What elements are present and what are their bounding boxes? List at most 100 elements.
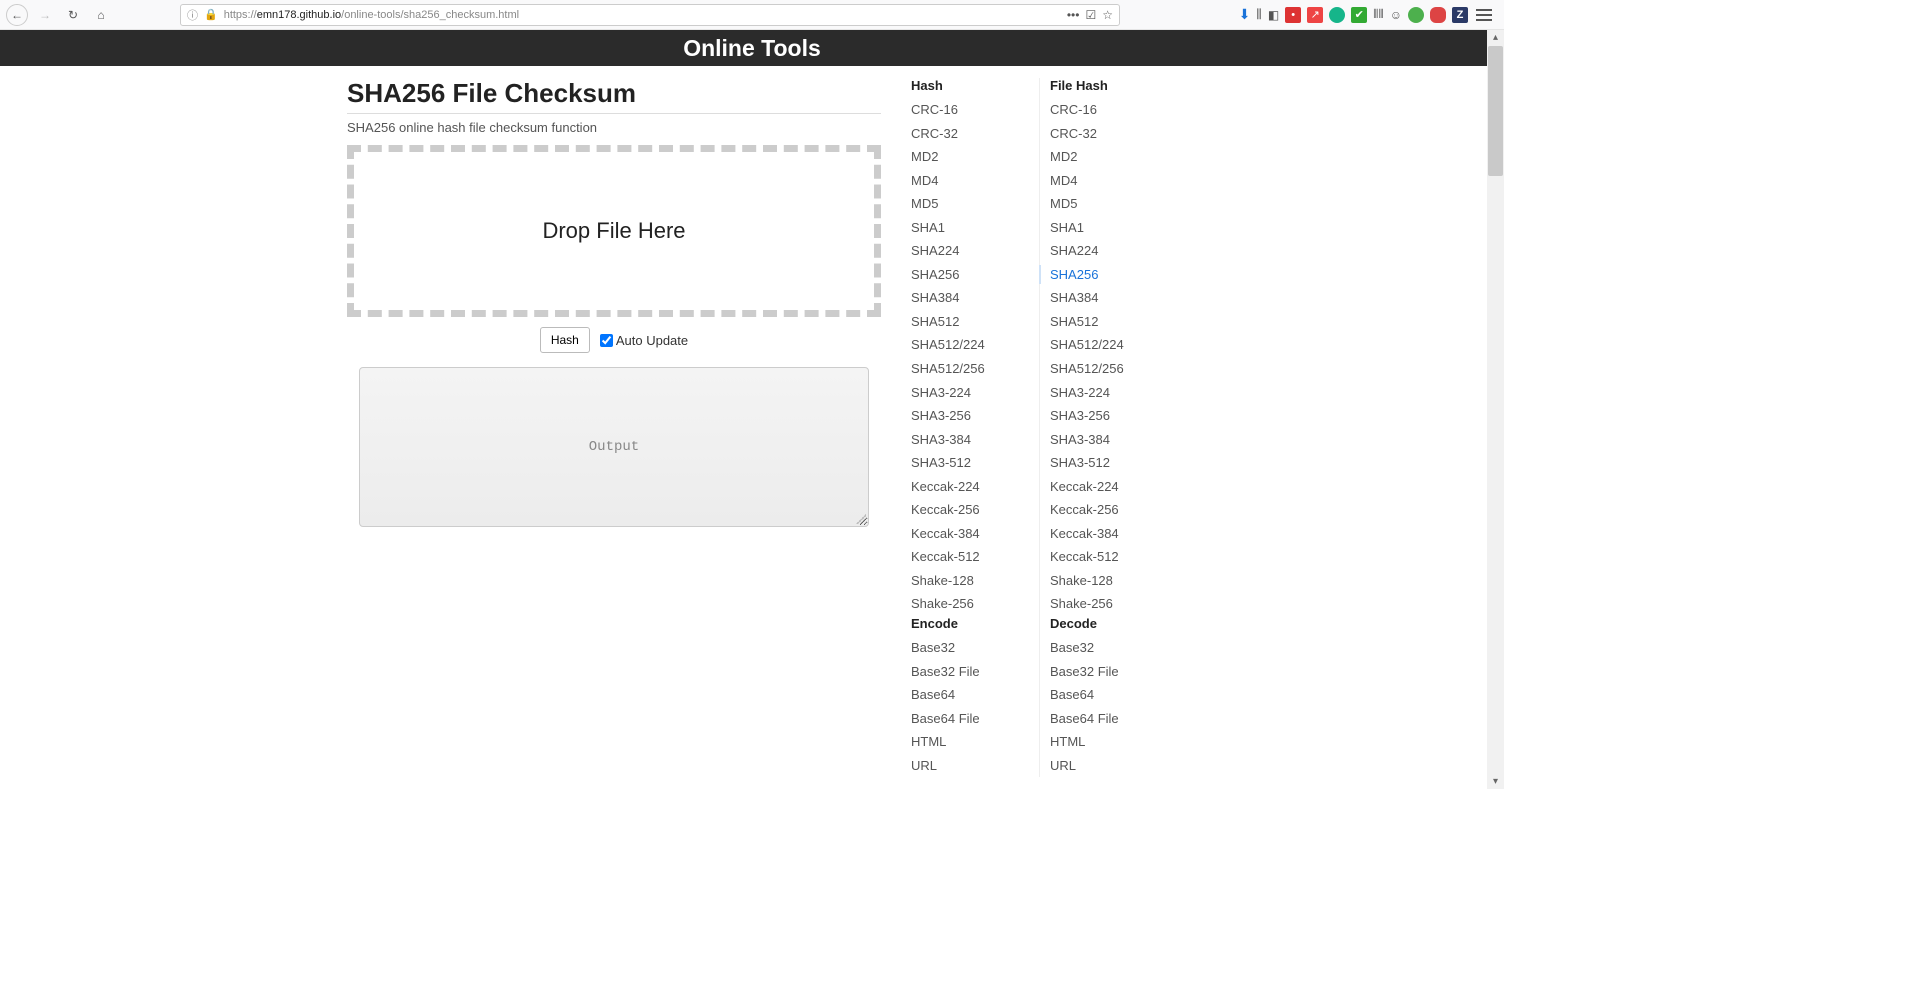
ext-icon-bars[interactable]: ⦀⦀ (1373, 7, 1384, 22)
lock-icon: 🔒 (204, 8, 218, 21)
sidebar-item[interactable]: Base64 (911, 683, 1039, 707)
sidebar-item[interactable]: SHA3-384 (911, 428, 1039, 452)
url-bar[interactable]: ⓘ 🔒 https://emn178.github.io/online-tool… (180, 4, 1120, 26)
sidebar-item[interactable]: Keccak-512 (1050, 545, 1167, 569)
sidebar-item[interactable]: Keccak-384 (1050, 522, 1167, 546)
sidebar-item[interactable]: MD4 (911, 169, 1039, 193)
ext-icon-z[interactable]: Z (1452, 7, 1468, 23)
sidebar-item[interactable]: SHA512/224 (911, 333, 1039, 357)
sidebar-item[interactable]: CRC-16 (911, 98, 1039, 122)
sidebar-item[interactable]: SHA3-384 (1050, 428, 1167, 452)
back-button[interactable]: ← (6, 4, 28, 26)
hamburger-menu[interactable] (1474, 5, 1494, 25)
sidebar-item[interactable]: Keccak-256 (911, 498, 1039, 522)
sidebar-item[interactable]: SHA1 (1050, 216, 1167, 240)
sidebar-item[interactable]: SHA384 (911, 286, 1039, 310)
sidebar-item[interactable]: SHA3-224 (1050, 381, 1167, 405)
sidebar-item[interactable]: CRC-32 (911, 122, 1039, 146)
sidebar-item[interactable]: SHA512/224 (1050, 333, 1167, 357)
sidebar-item[interactable]: SHA512/256 (1050, 357, 1167, 381)
sidebar-icon[interactable]: ◧ (1268, 8, 1279, 22)
ext-icon-shield[interactable] (1408, 7, 1424, 23)
sidebar-item[interactable]: SHA3-256 (1050, 404, 1167, 428)
scroll-up-icon[interactable]: ▴ (1493, 30, 1498, 45)
sidebar-heading: File Hash (1050, 78, 1167, 93)
sidebar-heading: Encode (911, 616, 1039, 631)
sidebar-item[interactable]: URL (911, 754, 1039, 778)
home-button[interactable]: ⌂ (90, 4, 112, 26)
main-column: SHA256 File Checksum SHA256 online hash … (347, 78, 881, 777)
sidebar-item[interactable]: Base32 File (1050, 660, 1167, 684)
browser-toolbar: ← → ↻ ⌂ ⓘ 🔒 https://emn178.github.io/onl… (0, 0, 1504, 30)
sidebar-item[interactable]: Keccak-224 (1050, 475, 1167, 499)
sidebar-item[interactable]: MD2 (1050, 145, 1167, 169)
sidebar-col-2: File Hash CRC-16CRC-32MD2MD4MD5SHA1SHA224… (1039, 78, 1167, 777)
reload-icon: ↻ (68, 8, 78, 22)
star-icon[interactable]: ☆ (1102, 8, 1113, 22)
sidebar-item[interactable]: Base64 File (911, 707, 1039, 731)
sidebar-item[interactable]: MD4 (1050, 169, 1167, 193)
sidebar-item[interactable]: Keccak-512 (911, 545, 1039, 569)
sidebar: HashCRC-16CRC-32MD2MD4MD5SHA1SHA224SHA25… (911, 78, 1167, 777)
page-title: SHA256 File Checksum (347, 78, 881, 109)
sidebar-item[interactable]: Base32 (1050, 636, 1167, 660)
sidebar-item[interactable]: Base32 File (911, 660, 1039, 684)
sidebar-item[interactable]: Base64 File (1050, 707, 1167, 731)
sidebar-item[interactable]: URL (1050, 754, 1167, 778)
reader-icon[interactable]: ☑ (1085, 8, 1096, 22)
page-scrollbar[interactable]: ▴ ▾ (1487, 30, 1504, 789)
sidebar-item[interactable]: SHA256 (1050, 263, 1167, 287)
sidebar-item[interactable]: Keccak-224 (911, 475, 1039, 499)
sidebar-item[interactable]: HTML (911, 730, 1039, 754)
toolbar-extensions: ⬇ ⫼ ◧ • ↗ ✔ ⦀⦀ ☺ Z (1239, 5, 1498, 25)
sidebar-item[interactable]: Shake-128 (1050, 569, 1167, 593)
sidebar-item[interactable]: CRC-32 (1050, 122, 1167, 146)
auto-update-toggle[interactable]: Auto Update (600, 333, 688, 348)
sidebar-item[interactable]: SHA3-512 (1050, 451, 1167, 475)
sidebar-item[interactable]: MD5 (1050, 192, 1167, 216)
sidebar-item[interactable]: CRC-16 (1050, 98, 1167, 122)
auto-update-checkbox[interactable] (600, 334, 613, 347)
scroll-down-icon[interactable]: ▾ (1493, 774, 1498, 789)
sidebar-item[interactable]: Shake-256 (1050, 592, 1167, 616)
account-icon[interactable]: ☺ (1390, 8, 1402, 22)
sidebar-item[interactable]: SHA384 (1050, 286, 1167, 310)
sidebar-item[interactable]: SHA256 (911, 263, 1039, 287)
sidebar-item[interactable]: Base64 (1050, 683, 1167, 707)
output-textarea[interactable]: Output (359, 367, 869, 527)
meatball-icon[interactable]: ••• (1067, 8, 1080, 22)
download-icon[interactable]: ⬇ (1239, 6, 1251, 23)
sidebar-item[interactable]: SHA3-512 (911, 451, 1039, 475)
sidebar-item[interactable]: Shake-256 (911, 592, 1039, 616)
sidebar-item[interactable]: SHA3-256 (911, 404, 1039, 428)
sidebar-item[interactable]: Keccak-256 (1050, 498, 1167, 522)
sidebar-item[interactable]: Shake-128 (911, 569, 1039, 593)
scroll-thumb[interactable] (1488, 46, 1503, 176)
sidebar-item[interactable]: HTML (1050, 730, 1167, 754)
sidebar-item[interactable]: SHA3-224 (911, 381, 1039, 405)
sidebar-item[interactable]: SHA224 (911, 239, 1039, 263)
ext-icon-red2[interactable]: ↗ (1307, 7, 1323, 23)
sidebar-item[interactable]: SHA512 (1050, 310, 1167, 334)
page-body: SHA256 File Checksum SHA256 online hash … (0, 66, 1504, 777)
sidebar-item[interactable]: Base32 (911, 636, 1039, 660)
sidebar-item[interactable]: SHA1 (911, 216, 1039, 240)
sidebar-item[interactable]: Keccak-384 (911, 522, 1039, 546)
forward-button[interactable]: → (34, 4, 56, 26)
sidebar-item[interactable]: SHA512 (911, 310, 1039, 334)
sidebar-item[interactable]: MD5 (911, 192, 1039, 216)
banner-title: Online Tools (683, 35, 821, 62)
file-dropzone[interactable]: Drop File Here (347, 145, 881, 317)
sidebar-col-1: HashCRC-16CRC-32MD2MD4MD5SHA1SHA224SHA25… (911, 78, 1039, 777)
sidebar-item[interactable]: MD2 (911, 145, 1039, 169)
reload-button[interactable]: ↻ (62, 4, 84, 26)
ext-icon-cloud[interactable] (1430, 7, 1446, 23)
sidebar-item[interactable]: SHA224 (1050, 239, 1167, 263)
hash-button[interactable]: Hash (540, 327, 590, 353)
ext-icon-green-check[interactable]: ✔ (1351, 7, 1367, 23)
arrow-left-icon: ← (11, 8, 23, 22)
sidebar-item[interactable]: SHA512/256 (911, 357, 1039, 381)
ext-icon-red1[interactable]: • (1285, 7, 1301, 23)
library-icon[interactable]: ⫼ (1256, 7, 1262, 22)
ext-icon-green-circle[interactable] (1329, 7, 1345, 23)
